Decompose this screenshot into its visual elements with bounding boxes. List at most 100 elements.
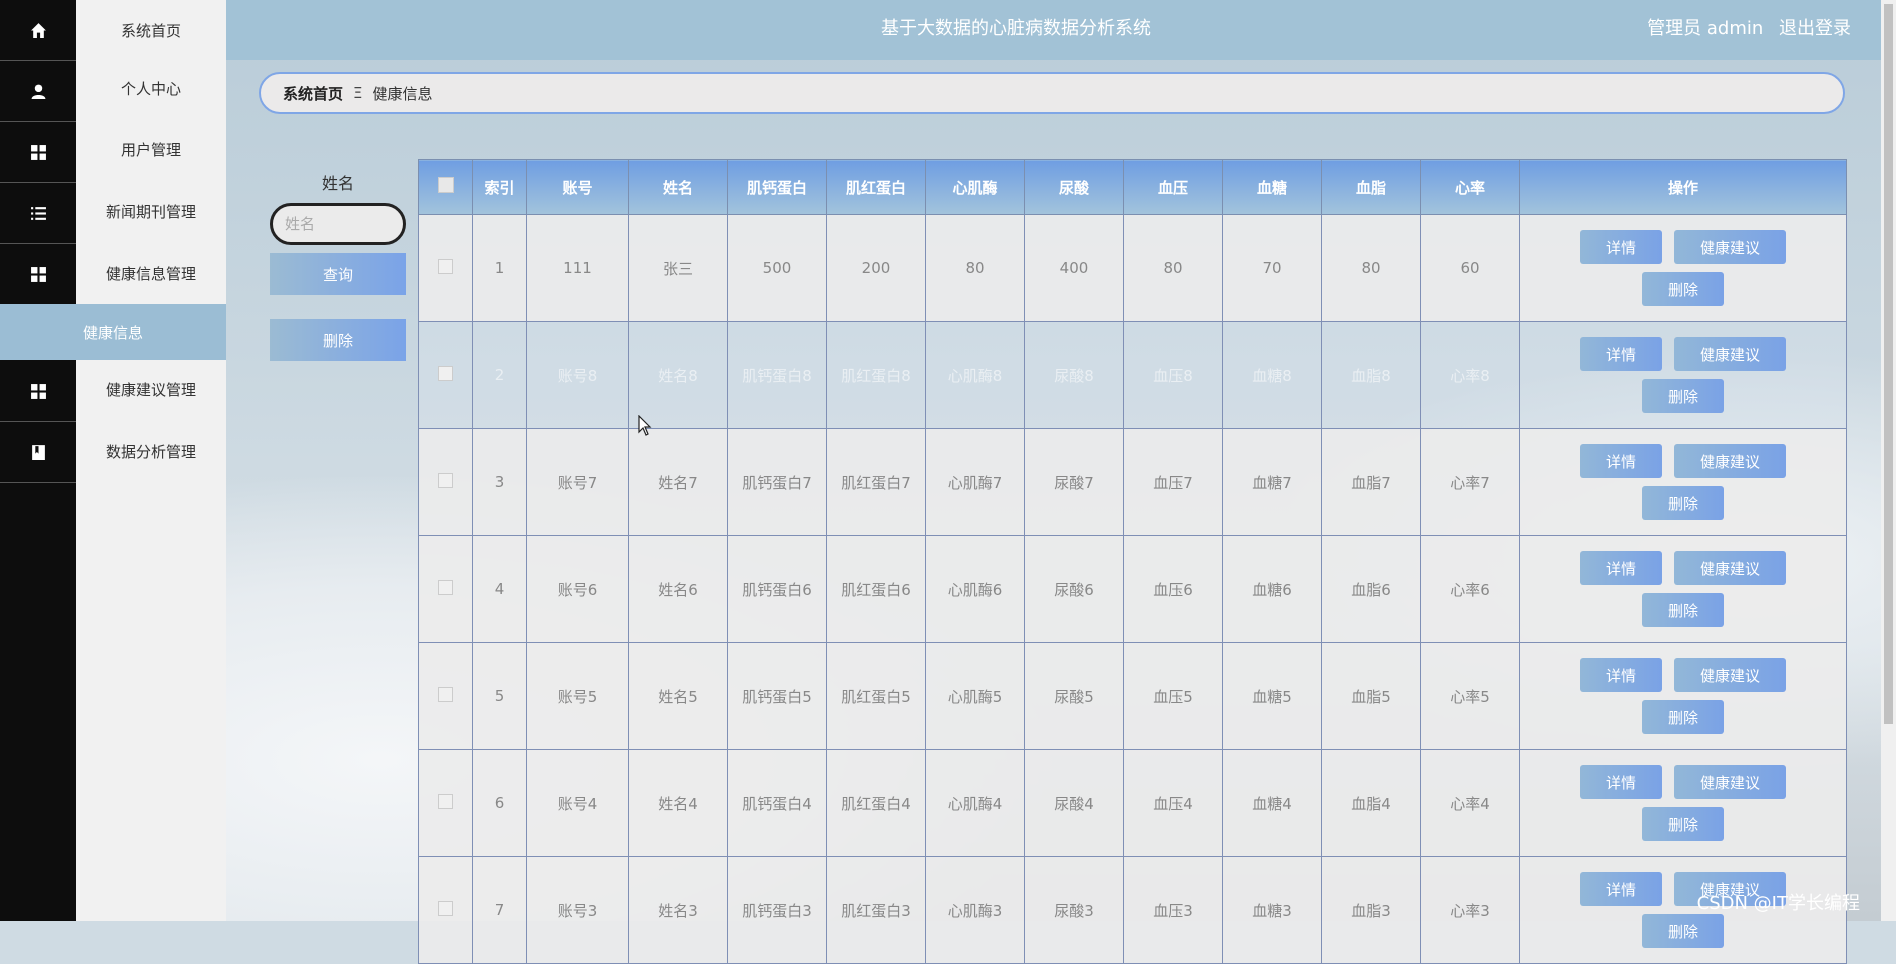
delete-row-button[interactable]: 删除	[1642, 700, 1724, 734]
table-row: 2 账号8 姓名8 肌钙蛋白8 肌红蛋白8 心肌酶8 尿酸8 血压8 血糖8 血脂8 心率8 详情 健康…	[418, 321, 1847, 429]
column-header: 肌钙蛋白	[727, 159, 827, 215]
table-cell: 尿酸6	[1024, 535, 1124, 643]
detail-button[interactable]: 详情	[1580, 337, 1662, 371]
app-title: 基于大数据的心脏病数据分析系统	[881, 18, 1151, 39]
grid-icon[interactable]	[0, 244, 76, 305]
user-icon[interactable]	[0, 61, 76, 122]
sidebar-item-profile[interactable]: 个人中心	[76, 58, 226, 119]
home-icon[interactable]	[0, 0, 76, 61]
row-checkbox-cell[interactable]	[418, 321, 473, 429]
health-advice-button[interactable]: 健康建议	[1674, 337, 1786, 371]
column-header: 血压	[1123, 159, 1223, 215]
delete-row-button[interactable]: 删除	[1642, 272, 1724, 306]
grid-icon[interactable]	[0, 361, 76, 422]
table-cell: 4	[472, 535, 527, 643]
table-cell: 血糖7	[1222, 428, 1322, 536]
row-checkbox[interactable]	[438, 472, 453, 488]
delete-row-button[interactable]: 删除	[1642, 807, 1724, 841]
action-buttons: 详情 健康建议删除	[1573, 658, 1793, 734]
table-row: 4 账号6 姓名6 肌钙蛋白6 肌红蛋白6 心肌酶6 尿酸6 血压6 血糖6 血脂6 心率6 详情 健康…	[418, 535, 1847, 643]
row-checkbox[interactable]	[438, 365, 453, 381]
sidebar-menu: 系统首页 个人中心 用户管理 新闻期刊管理 健康信息管理 健康信息 健康建议管理…	[0, 0, 226, 921]
sidebar-item-advice[interactable]: 健康建议管理	[76, 359, 226, 420]
table-cell: 80	[1321, 214, 1421, 322]
checkbox-icon[interactable]	[437, 177, 454, 193]
scrollbar-thumb[interactable]	[1884, 4, 1893, 724]
row-checkbox[interactable]	[438, 579, 453, 595]
list-icon[interactable]	[0, 183, 76, 244]
mouse-cursor-icon	[638, 415, 652, 436]
row-checkbox-cell[interactable]	[418, 428, 473, 536]
sidebar-item-health-management[interactable]: 健康信息管理	[76, 243, 226, 304]
table-row: 3 账号7 姓名7 肌钙蛋白7 肌红蛋白7 心肌酶7 尿酸7 血压7 血糖7 血脂7 心率7 详情 健康…	[418, 428, 1847, 536]
logout-link[interactable]: 退出登录	[1779, 18, 1851, 39]
detail-button[interactable]: 详情	[1580, 551, 1662, 585]
detail-button[interactable]: 详情	[1580, 765, 1662, 799]
column-header: 索引	[472, 159, 527, 215]
health-info-table: 索引 账号 姓名 肌钙蛋白 肌红蛋白 心肌酶 尿酸 血压 血糖 血脂 心率 操作…	[418, 159, 1847, 964]
table-cell: 肌钙蛋白6	[727, 535, 827, 643]
health-advice-button[interactable]: 健康建议	[1674, 444, 1786, 478]
table-cell: 7	[472, 856, 527, 964]
sidebar-item-home[interactable]: 系统首页	[76, 0, 226, 61]
row-checkbox[interactable]	[438, 793, 453, 809]
select-all-checkbox[interactable]	[418, 159, 473, 215]
book-icon[interactable]	[0, 422, 76, 483]
query-button[interactable]: 查询	[270, 253, 406, 295]
table-cell: 肌钙蛋白3	[727, 856, 827, 964]
delete-row-button[interactable]: 删除	[1642, 593, 1724, 627]
table-cell: 姓名8	[628, 321, 728, 429]
row-checkbox-cell[interactable]	[418, 642, 473, 750]
row-checkbox[interactable]	[438, 900, 453, 916]
table-cell: 血压6	[1123, 535, 1223, 643]
table-cell: 肌钙蛋白8	[727, 321, 827, 429]
table-cell: 心率7	[1420, 428, 1520, 536]
action-buttons: 详情 健康建议删除	[1573, 765, 1793, 841]
name-search-input[interactable]	[270, 203, 406, 245]
column-header: 心率	[1420, 159, 1520, 215]
table-cell: 心率3	[1420, 856, 1520, 964]
row-checkbox[interactable]	[438, 686, 453, 702]
table-cell: 姓名3	[628, 856, 728, 964]
table-cell: 400	[1024, 214, 1124, 322]
batch-delete-button[interactable]: 删除	[270, 319, 406, 361]
health-advice-button[interactable]: 健康建议	[1674, 551, 1786, 585]
row-checkbox[interactable]	[438, 258, 453, 274]
table-cell: 账号8	[526, 321, 629, 429]
table-cell: 6	[472, 749, 527, 857]
health-advice-button[interactable]: 健康建议	[1674, 230, 1786, 264]
detail-button[interactable]: 详情	[1580, 658, 1662, 692]
row-checkbox-cell[interactable]	[418, 535, 473, 643]
action-buttons: 详情 健康建议删除	[1573, 230, 1793, 306]
table-cell: 账号3	[526, 856, 629, 964]
detail-button[interactable]: 详情	[1580, 230, 1662, 264]
table-cell: 尿酸7	[1024, 428, 1124, 536]
scrollbar[interactable]	[1881, 0, 1896, 921]
sidebar-item-news[interactable]: 新闻期刊管理	[76, 181, 226, 242]
table-cell: 肌钙蛋白5	[727, 642, 827, 750]
column-header: 姓名	[628, 159, 728, 215]
table-cell: 血压8	[1123, 321, 1223, 429]
table-cell: 血压5	[1123, 642, 1223, 750]
delete-row-button[interactable]: 删除	[1642, 914, 1724, 948]
health-advice-button[interactable]: 健康建议	[1674, 765, 1786, 799]
grid-icon[interactable]	[0, 122, 76, 183]
breadcrumb: 系统首页 Ξ 健康信息	[259, 72, 1845, 114]
delete-row-button[interactable]: 删除	[1642, 486, 1724, 520]
table-cell: 血糖5	[1222, 642, 1322, 750]
row-checkbox-cell[interactable]	[418, 856, 473, 964]
sidebar-item-analysis[interactable]: 数据分析管理	[76, 421, 226, 482]
row-actions: 详情 健康建议删除	[1519, 321, 1847, 429]
breadcrumb-home[interactable]: 系统首页	[283, 83, 343, 104]
detail-button[interactable]: 详情	[1580, 444, 1662, 478]
table-cell: 肌钙蛋白4	[727, 749, 827, 857]
table-cell: 尿酸8	[1024, 321, 1124, 429]
sidebar-item-users[interactable]: 用户管理	[76, 119, 226, 180]
sidebar-subitem-health-info[interactable]: 健康信息	[0, 304, 226, 360]
row-checkbox-cell[interactable]	[418, 749, 473, 857]
health-advice-button[interactable]: 健康建议	[1674, 658, 1786, 692]
row-checkbox-cell[interactable]	[418, 214, 473, 322]
delete-row-button[interactable]: 删除	[1642, 379, 1724, 413]
table-cell: 心率6	[1420, 535, 1520, 643]
detail-button[interactable]: 详情	[1580, 872, 1662, 906]
